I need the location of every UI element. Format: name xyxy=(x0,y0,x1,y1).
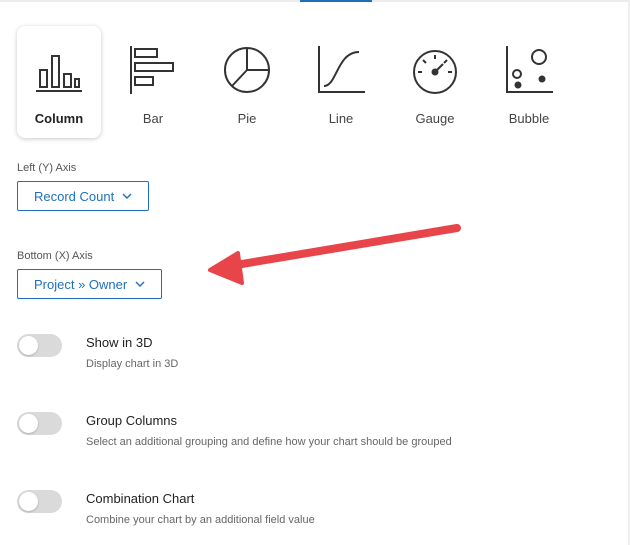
bottom-axis-label: Bottom (X) Axis xyxy=(17,250,93,262)
toggle-description: Select an additional grouping and define… xyxy=(86,436,452,448)
line-chart-icon xyxy=(318,46,365,93)
left-axis-label: Left (Y) Axis xyxy=(17,162,77,174)
pie-chart-icon xyxy=(224,47,270,93)
bottom-axis-value: Project » Owner xyxy=(34,276,128,292)
chart-type-column[interactable]: Column xyxy=(17,26,101,138)
gauge-chart-icon xyxy=(413,50,457,94)
chart-type-label: Line xyxy=(328,111,354,126)
toggle-title: Combination Chart xyxy=(86,491,195,506)
chevron-down-icon xyxy=(135,281,145,287)
show-3d-toggle[interactable] xyxy=(17,334,62,357)
active-tab-indicator xyxy=(300,0,372,2)
bottom-axis-dropdown[interactable]: Project » Owner xyxy=(17,269,163,299)
left-axis-dropdown[interactable]: Record Count xyxy=(17,181,150,211)
group-columns-toggle[interactable] xyxy=(17,412,62,435)
combination-chart-toggle[interactable] xyxy=(17,490,62,513)
chart-type-gauge[interactable]: Gauge xyxy=(393,26,477,138)
chart-type-label: Pie xyxy=(237,111,257,126)
toggle-description: Combine your chart by an additional fiel… xyxy=(86,514,315,526)
chart-type-pie[interactable]: Pie xyxy=(205,26,289,138)
chart-type-label: Bubble xyxy=(508,111,550,126)
chart-type-bar[interactable]: Bar xyxy=(111,26,195,138)
chart-type-line[interactable]: Line xyxy=(299,26,383,138)
toggle-knob xyxy=(19,336,38,355)
toggle-knob xyxy=(19,414,38,433)
chart-type-selector: Column Bar Pie Line Gauge Bubble xyxy=(17,26,581,138)
left-axis-value: Record Count xyxy=(34,188,115,204)
toggle-description: Display chart in 3D xyxy=(86,358,179,370)
toggle-title: Group Columns xyxy=(86,413,178,428)
bubble-chart-icon xyxy=(506,46,553,93)
chart-type-label: Gauge xyxy=(415,111,455,126)
column-chart-icon xyxy=(36,55,82,92)
toggle-knob xyxy=(19,492,38,511)
toggle-title: Show in 3D xyxy=(86,335,153,350)
bar-chart-icon xyxy=(130,46,174,94)
chart-type-label: Column xyxy=(34,111,84,126)
chart-type-bubble[interactable]: Bubble xyxy=(487,26,571,138)
chevron-down-icon xyxy=(122,193,132,199)
chart-type-label: Bar xyxy=(142,111,164,126)
